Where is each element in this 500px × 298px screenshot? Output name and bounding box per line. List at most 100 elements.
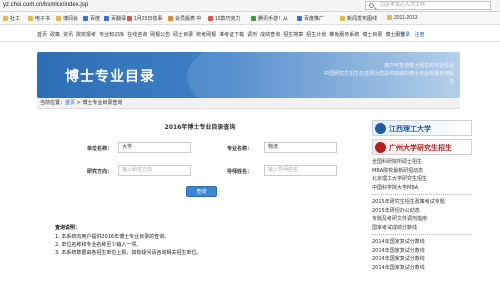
bookmark-item[interactable]: 博闻会 bbox=[56, 15, 78, 22]
bookmark-item[interactable]: 电子书 bbox=[28, 15, 50, 22]
sidebar-list-2: 2015年研究生招生政策考试专题 2015年研招办公动态 专题及考研文件调剂指南… bbox=[372, 198, 472, 232]
nav-link[interactable]: 院校报考 bbox=[76, 32, 96, 38]
direction-input[interactable]: 输入研究方向 bbox=[118, 165, 191, 176]
banner-tagline: 用户可查询博士招生的专业情况 中国研究生招生信息网为您提供权威的博士专业目录查询… bbox=[322, 62, 454, 86]
notice-item: 3. 本系统数据由各招生单位上报，如有疑问请咨询相关招生单位。 bbox=[55, 250, 202, 256]
bookmark-label: 1月23日债事 bbox=[134, 16, 163, 22]
sidebar-link[interactable]: MBA院校最新研招动态 bbox=[372, 167, 472, 176]
banner-tagline-line-1: 用户可查询博士招生的专业情况 bbox=[383, 63, 454, 69]
sidebar-ad-label: 江西理工大学 bbox=[389, 124, 431, 133]
bookmark-icon bbox=[83, 16, 88, 21]
divider bbox=[372, 194, 472, 195]
sidebar-link[interactable]: 2015年研究生招生政策考试专题 bbox=[372, 198, 472, 207]
nav-account: 登录 注册 bbox=[400, 31, 428, 38]
university-logo-icon bbox=[375, 123, 386, 134]
major-label: 专业名称： bbox=[227, 146, 253, 152]
supervisor-label: 导师姓名： bbox=[227, 169, 253, 175]
nav-link[interactable]: 统考网报 bbox=[196, 32, 216, 38]
nav-link[interactable]: 硕士目录 bbox=[173, 32, 193, 38]
bookmark-item[interactable]: 社工 bbox=[3, 15, 20, 22]
register-link[interactable]: 注册 bbox=[415, 32, 425, 38]
sidebar-link[interactable]: 全国科研院所硕士招生 bbox=[372, 158, 472, 167]
bookmarks-bar: 社工 电子书 博闻会 百度 百翻译 1月23日债事 会员版表 中 15款巧克力 腾讯手游！从 百度… bbox=[0, 12, 500, 25]
bookmark-item[interactable]: 腾讯手游！从 bbox=[251, 15, 288, 22]
bookmark-label: 2011-2013 bbox=[394, 15, 418, 21]
bookmark-icon bbox=[387, 15, 392, 20]
bookmark-label: 博闻会 bbox=[63, 16, 79, 22]
bookmark-icon bbox=[168, 16, 173, 21]
page-banner: 博士专业目录 用户可查询博士招生的专业情况 中国研究生招生信息网为您提供权威的博… bbox=[37, 52, 460, 98]
nav-link[interactable]: 资讯 bbox=[63, 32, 73, 38]
sidebar-link[interactable]: 北京理工大学研究生招生 bbox=[372, 175, 472, 184]
notice-item: 2. 单位名称和专业名称至少输入一项。 bbox=[55, 242, 142, 248]
nav-link[interactable]: 网报公告 bbox=[150, 32, 170, 38]
browser-search-input[interactable]: 习近平关心人才工作 bbox=[365, 1, 491, 10]
bookmark-item[interactable]: 15款巧克力 bbox=[208, 15, 241, 22]
sidebar-ad-jxust[interactable]: 江西理工大学 bbox=[372, 120, 472, 136]
top-nav: 首页 政策 资讯 院校报考 专业知识库 在线咨询 网报公告 硕士目录 统考网报 准考证下载 调剂 成绩… bbox=[0, 26, 500, 42]
query-button[interactable]: 查询 bbox=[186, 186, 217, 197]
sidebar-link[interactable]: 2014年国家复试分数线 bbox=[372, 247, 472, 256]
address-bar: yz.chsi.com.cn/bsmlcx/index.jsp 习近平关心人才工… bbox=[0, 0, 500, 12]
bookmark-label: 社工 bbox=[10, 16, 21, 22]
unit-label: 单位名称： bbox=[87, 146, 113, 152]
nav-link[interactable]: 准考证下载 bbox=[219, 32, 244, 38]
search-icon bbox=[369, 3, 374, 8]
bookmark-label: 腾讯手游！从 bbox=[258, 16, 289, 22]
nav-link[interactable]: 政策 bbox=[50, 32, 60, 38]
bookmark-item[interactable]: 新闻发布图线 bbox=[340, 15, 377, 22]
bookmark-item[interactable]: 1月23日债事 bbox=[127, 15, 162, 22]
sidebar-link[interactable]: 国家考试成绩分数线 bbox=[372, 224, 472, 233]
query-panel: 2016年博士专业目录查询 单位名称： 大学 专业名称： 物流 研究方向： 输入… bbox=[37, 109, 363, 298]
nav-link[interactable]: 在线咨询 bbox=[127, 32, 147, 38]
banner-title: 博士专业目录 bbox=[65, 69, 155, 85]
sidebar-link[interactable]: 2014年国家复试分数线 bbox=[372, 264, 472, 273]
nav-link[interactable]: 招生简章 bbox=[283, 32, 303, 38]
unit-input[interactable]: 大学 bbox=[118, 142, 191, 153]
browser-search-placeholder: 习近平关心人才工作 bbox=[380, 2, 426, 8]
bookmark-item[interactable]: 百翻译 bbox=[104, 15, 126, 22]
nav-link[interactable]: 博士目录 bbox=[362, 32, 382, 38]
nav-link[interactable]: 专业知识库 bbox=[99, 32, 124, 38]
nav-link[interactable]: 招生计划 bbox=[306, 32, 326, 38]
bookmark-icon bbox=[104, 16, 109, 21]
major-input[interactable]: 物流 bbox=[264, 142, 337, 153]
url-field[interactable]: yz.chsi.com.cn/bsmlcx/index.jsp bbox=[3, 2, 88, 8]
bookmark-icon bbox=[208, 16, 213, 21]
breadcrumb: 当前位置：首页 > 博士专业目录查询 bbox=[37, 98, 460, 109]
nav-link[interactable]: 首页 bbox=[37, 32, 47, 38]
sidebar-link[interactable]: 2014年国家复试分数线 bbox=[372, 255, 472, 264]
sidebar: 江西理工大学 广州大学研究生招生 全国科研院所硕士招生 MBA院校最新研招动态 … bbox=[372, 120, 472, 272]
sidebar-ad-label: 广州大学研究生招生 bbox=[389, 143, 452, 152]
notice-item: 1. 本系统向用户提供2016年博士专业目录的查询。 bbox=[55, 234, 170, 240]
page-title: 2016年博士专业目录查询 bbox=[164, 124, 236, 131]
sidebar-link[interactable]: 2014年国家复试分数线 bbox=[372, 238, 472, 247]
nav-link[interactable]: 调剂 bbox=[247, 32, 257, 38]
nav-link[interactable]: 推免服务系统 bbox=[329, 32, 359, 38]
sidebar-list-3: 2014年国家复试分数线 2014年国家复试分数线 2014年国家复试分数线 2… bbox=[372, 238, 472, 272]
nav-link[interactable]: 成绩查询 bbox=[260, 32, 280, 38]
supervisor-input[interactable]: 输入导师姓名 bbox=[264, 165, 337, 176]
bookmark-icon bbox=[28, 16, 33, 21]
university-logo-icon bbox=[375, 142, 386, 153]
query-notice: 查询说明： 1. 本系统向用户提供2016年博士专业目录的查询。 2. 单位名称… bbox=[55, 224, 355, 257]
sidebar-link[interactable]: 专题及考研文件调剂指南 bbox=[372, 215, 472, 224]
bookmark-label: 百翻译 bbox=[111, 16, 127, 22]
bookmark-label: 电子书 bbox=[35, 16, 51, 22]
bookmark-label: 会员版表 中 bbox=[175, 16, 202, 22]
breadcrumb-home-link[interactable]: 首页 bbox=[65, 100, 75, 106]
bookmark-item[interactable]: 会员版表 中 bbox=[168, 15, 201, 22]
bookmark-item[interactable]: 百度 bbox=[83, 15, 100, 22]
bookmark-item[interactable]: 2011-2013 bbox=[387, 15, 418, 21]
bookmark-label: 新闻发布图线 bbox=[347, 16, 378, 22]
sidebar-link[interactable]: 2015年研招办公动态 bbox=[372, 207, 472, 216]
notice-heading: 查询说明： bbox=[55, 225, 81, 231]
breadcrumb-prefix: 当前位置： bbox=[40, 100, 66, 106]
sidebar-ad-gzhu[interactable]: 广州大学研究生招生 bbox=[372, 139, 472, 155]
sidebar-link[interactable]: 中国科学院大学MBA bbox=[372, 184, 472, 193]
bookmark-item[interactable]: 百度推广 bbox=[297, 15, 324, 22]
login-link[interactable]: 登录 bbox=[400, 32, 410, 38]
breadcrumb-current: 博士专业目录查询 bbox=[82, 100, 123, 106]
banner-tagline-line-2: 中国研究生招生信息网为您提供权威的博士专业目录查询服务 bbox=[323, 71, 454, 85]
bookmark-label: 15款巧克力 bbox=[215, 16, 241, 22]
